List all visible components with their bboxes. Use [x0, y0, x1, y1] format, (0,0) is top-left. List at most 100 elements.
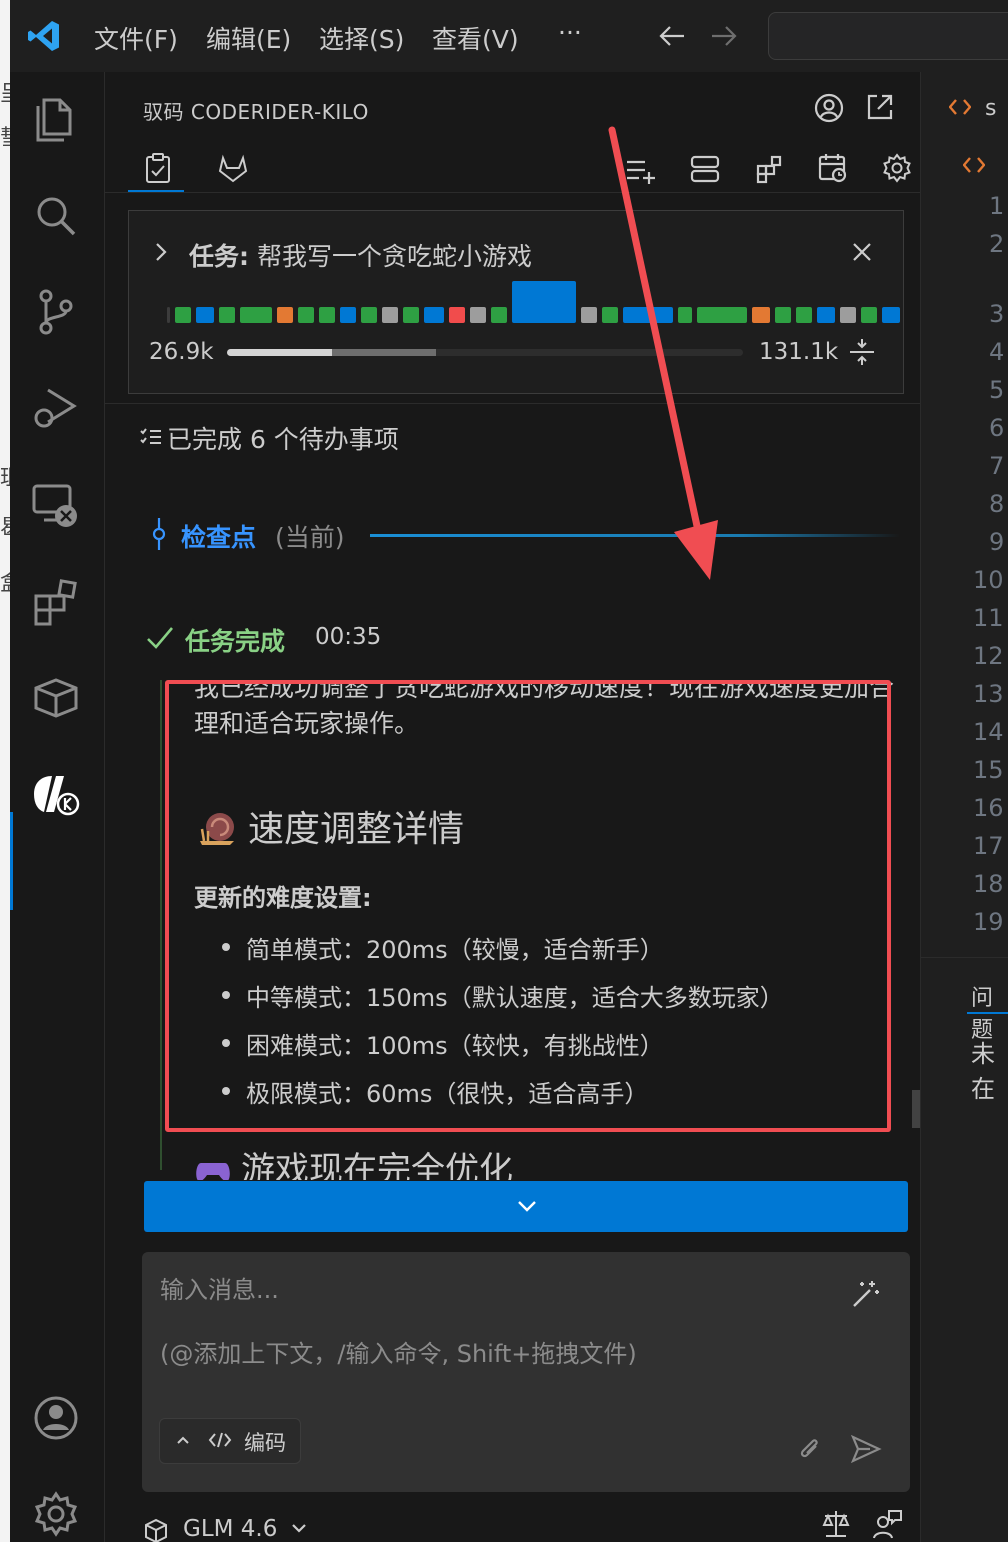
- checkpoint-commit-icon[interactable]: [151, 516, 167, 552]
- line-number: 12: [973, 642, 1004, 670]
- context-block: [219, 307, 235, 323]
- chevron-right-icon[interactable]: [153, 241, 169, 263]
- editor-area: s 1 2 3 4 5 6 7 8 9 10 11 12 13 14 15 16 17 18 19 问题 未在: [920, 72, 1008, 1542]
- annotation-arrow-icon: [608, 126, 718, 580]
- tokens-total-count: 131.1k: [759, 339, 839, 365]
- context-blocks-strip: [167, 281, 900, 323]
- mode-label: 编码: [244, 1431, 286, 1455]
- highlight-annotation-box: [165, 680, 891, 1132]
- chat-input-box[interactable]: 输入消息... (@添加上下文，/输入命令, Shift+拖拽文件) 编码: [142, 1252, 910, 1492]
- context-block: [861, 307, 877, 323]
- remote-explorer-icon[interactable]: [30, 480, 82, 532]
- mode-selector[interactable]: 编码: [159, 1418, 301, 1464]
- extensions-icon[interactable]: [30, 576, 82, 628]
- model-cube-icon[interactable]: [143, 1518, 169, 1542]
- context-block: [298, 307, 314, 323]
- next-heading: 游戏现在完全优化: [195, 1142, 513, 1180]
- command-center-search[interactable]: [768, 12, 1008, 60]
- title-bar: 文件(F) 编辑(E) 选择(S) 查看(V) ···: [10, 0, 1008, 73]
- line-number: 16: [973, 794, 1004, 822]
- checklist-icon[interactable]: [139, 426, 163, 448]
- back-arrow-icon[interactable]: [658, 24, 686, 48]
- context-block: [775, 307, 791, 323]
- line-number: 18: [973, 870, 1004, 898]
- chat-input-placeholder[interactable]: 输入消息...: [160, 1270, 279, 1305]
- context-block: [240, 307, 272, 323]
- todo-summary[interactable]: 已完成 6 个待办事项: [167, 420, 399, 456]
- line-number: 10: [973, 566, 1004, 594]
- containers-icon[interactable]: [30, 672, 82, 724]
- search-icon[interactable]: [30, 190, 82, 242]
- context-block: [449, 307, 465, 323]
- context-block: [882, 307, 900, 323]
- menu-file[interactable]: 文件(F): [94, 20, 178, 56]
- balance-scale-icon[interactable]: [821, 1508, 851, 1540]
- gitlab-icon[interactable]: [217, 154, 249, 184]
- context-block: [340, 307, 356, 323]
- gamepad-icon: [196, 1163, 230, 1180]
- line-number: 1: [989, 192, 1005, 220]
- context-block: [491, 307, 507, 323]
- context-block: [403, 307, 419, 323]
- line-number: 11: [973, 604, 1004, 632]
- task-header-card: 任务: 帮我写一个贪吃蛇小游戏 26.9k 131.1k: [128, 210, 904, 394]
- tasks-clipboard-icon[interactable]: [143, 152, 173, 184]
- editor-tab[interactable]: s: [985, 96, 996, 121]
- scroll-to-bottom-button[interactable]: [144, 1181, 908, 1232]
- panel-divider: [921, 957, 1008, 958]
- attach-paperclip-icon[interactable]: [794, 1434, 824, 1464]
- run-debug-icon[interactable]: [30, 382, 82, 434]
- source-control-icon[interactable]: [30, 286, 82, 338]
- task-complete-label: 任务完成: [185, 627, 286, 656]
- context-block: [382, 307, 398, 323]
- forward-arrow-icon[interactable]: [710, 24, 738, 48]
- checkpoint-label[interactable]: 检查点: [181, 518, 256, 554]
- context-block: [319, 307, 335, 323]
- schedule-calendar-icon[interactable]: [817, 152, 849, 184]
- section-divider: [105, 403, 929, 404]
- explorer-icon[interactable]: [30, 92, 82, 144]
- settings-gear-icon[interactable]: [881, 152, 913, 184]
- chevron-down-icon: [291, 1524, 306, 1533]
- line-number: 15: [973, 756, 1004, 784]
- feedback-person-icon[interactable]: [871, 1508, 903, 1540]
- manage-gear-icon[interactable]: [30, 1488, 82, 1540]
- coderider-kilo-icon[interactable]: [30, 768, 82, 820]
- active-view-marker: [10, 812, 13, 910]
- condense-context-icon[interactable]: [847, 337, 877, 367]
- context-block: [361, 307, 377, 323]
- problems-tab-indicator: [967, 1012, 1008, 1014]
- send-icon[interactable]: [850, 1434, 882, 1464]
- context-block: [175, 307, 191, 323]
- close-icon[interactable]: [851, 241, 873, 263]
- context-block: [196, 307, 214, 323]
- open-external-icon[interactable]: [865, 92, 895, 122]
- line-number: 3: [989, 300, 1005, 328]
- menu-edit[interactable]: 编辑(E): [206, 20, 291, 56]
- context-block: [817, 307, 835, 323]
- chevron-down-icon: [518, 1201, 536, 1212]
- menu-more[interactable]: ···: [558, 18, 582, 47]
- enhance-prompt-wand-icon[interactable]: [850, 1278, 882, 1310]
- context-block: [512, 281, 576, 323]
- menu-select[interactable]: 选择(S): [319, 20, 404, 56]
- problems-message: 未在: [971, 1040, 995, 1103]
- line-number: 5: [989, 376, 1005, 404]
- line-number: 13: [973, 680, 1004, 708]
- line-number: 14: [973, 718, 1004, 746]
- context-block: [167, 307, 170, 323]
- success-check-icon: [147, 627, 173, 649]
- message-thread-line: [160, 680, 162, 1170]
- menu-view[interactable]: 查看(V): [432, 20, 519, 56]
- account-circle-icon[interactable]: [813, 92, 845, 124]
- mcp-servers-icon[interactable]: [755, 154, 785, 184]
- tokens-used-count: 26.9k: [149, 339, 214, 365]
- context-block: [796, 307, 812, 323]
- account-icon[interactable]: [30, 1392, 82, 1444]
- line-number: 2: [989, 230, 1005, 258]
- line-number: 6: [989, 414, 1005, 442]
- line-number: 7: [989, 452, 1005, 480]
- context-block: [470, 307, 486, 323]
- model-selector[interactable]: GLM 4.6: [183, 1516, 307, 1542]
- context-block: [277, 307, 293, 323]
